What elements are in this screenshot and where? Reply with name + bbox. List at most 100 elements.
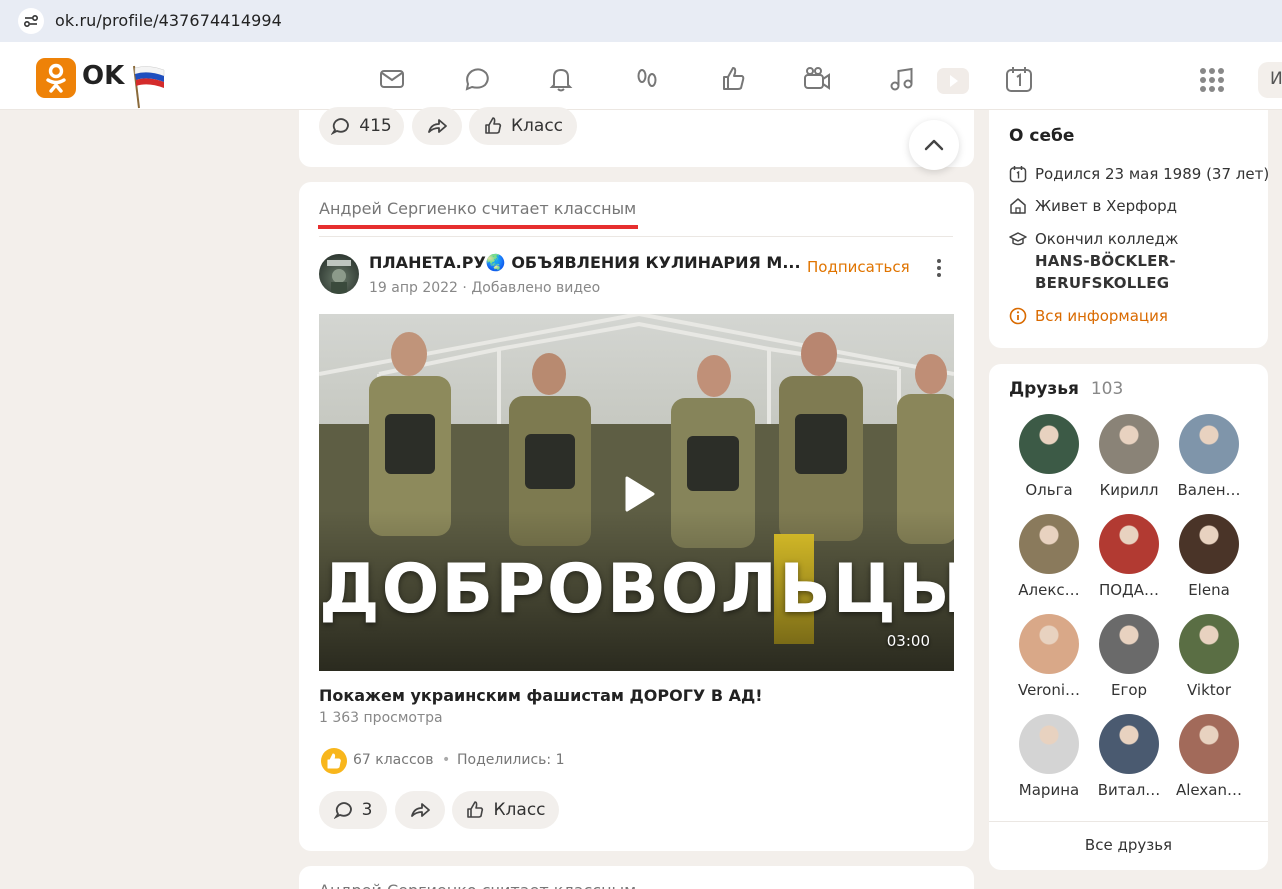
video-camera-icon[interactable] (802, 64, 832, 94)
friend-avatar[interactable] (1099, 614, 1159, 674)
friend-name[interactable]: Alexan… (1169, 781, 1249, 799)
like-label: Класс (493, 800, 546, 820)
group-avatar[interactable] (319, 254, 359, 294)
prev-comments-button[interactable]: 415 (319, 107, 404, 145)
birthday-text: Родился 23 мая 1989 (37 лет) (1035, 165, 1270, 183)
location-text: Живет в Херфорд (1035, 197, 1178, 215)
friend-item[interactable]: Витал… (1089, 714, 1169, 799)
friend-name[interactable]: Кирилл (1089, 481, 1169, 499)
friend-name[interactable]: Вален… (1169, 481, 1249, 499)
all-info-label: Вся информация (1035, 307, 1168, 325)
video-play-badge-icon[interactable] (937, 68, 969, 94)
post-meta: 19 апр 2022 · Добавлено видео (369, 280, 600, 296)
video-duration: 03:00 (886, 632, 930, 650)
prev-share-button[interactable] (412, 107, 462, 145)
prev-like-button[interactable]: Класс (469, 107, 577, 145)
friend-item[interactable]: ПОДА… (1089, 514, 1169, 599)
friends-title: Друзья (1009, 379, 1079, 399)
comments-button[interactable]: 3 (319, 791, 387, 829)
prev-like-label: Класс (510, 116, 564, 136)
friend-name[interactable]: Марина (1009, 781, 1089, 799)
all-friends-link[interactable]: Все друзья (989, 836, 1268, 854)
friend-avatar[interactable] (1179, 414, 1239, 474)
share-button[interactable] (395, 791, 445, 829)
play-icon[interactable] (621, 474, 657, 514)
likes-count-link[interactable]: 67 классов (353, 752, 433, 768)
ok-logo-icon[interactable] (36, 58, 76, 98)
friend-item[interactable]: Alexan… (1169, 714, 1249, 799)
friend-name[interactable]: Ольга (1009, 481, 1089, 499)
group-name-link[interactable]: ПЛАНЕТА.РУ🌏 ОБЪЯВЛЕНИЯ КУЛИНАРИЯ М... (369, 253, 801, 272)
friend-name[interactable]: Егор (1089, 681, 1169, 699)
friend-item[interactable]: Кирилл (1089, 414, 1169, 499)
friend-avatar[interactable] (1099, 414, 1159, 474)
friend-avatar[interactable] (1179, 714, 1239, 774)
friend-avatar[interactable] (1019, 614, 1079, 674)
site-settings-icon[interactable] (18, 8, 44, 34)
friend-avatar[interactable] (1019, 414, 1079, 474)
feed-caption[interactable]: Андрей Сергиенко считает классным (319, 199, 636, 218)
notifications-icon[interactable] (546, 64, 576, 94)
apps-grid-icon[interactable] (1198, 66, 1226, 94)
friend-item[interactable]: Егор (1089, 614, 1169, 699)
college-name-link[interactable]: HANS-BÖCKLER-BERUFSKOLLEG (1035, 250, 1185, 294)
next-feed-caption[interactable]: Андрей Сергиенко считает классным (319, 881, 636, 889)
discussions-icon[interactable] (462, 64, 492, 94)
friend-avatar[interactable] (1019, 514, 1079, 574)
browser-divider (0, 42, 1282, 50)
post-date[interactable]: 19 апр 2022 (369, 280, 458, 296)
friend-item[interactable]: Ольга (1009, 414, 1089, 499)
search-field-stub[interactable]: И (1258, 62, 1282, 98)
more-options-icon[interactable] (934, 258, 944, 278)
friend-avatar[interactable] (1099, 714, 1159, 774)
friend-avatar[interactable] (1019, 714, 1079, 774)
info-icon (1009, 307, 1027, 325)
url-text[interactable]: ok.ru/profile/437674414994 (55, 11, 282, 30)
friend-name[interactable]: ПОДА… (1089, 581, 1169, 599)
browser-address-bar[interactable]: ok.ru/profile/437674414994 (0, 0, 1282, 42)
about-title: О себе (1009, 126, 1075, 146)
messages-icon[interactable] (377, 64, 407, 94)
guests-footprints-icon[interactable] (632, 64, 662, 94)
share-arrow-icon (411, 803, 430, 817)
friend-name[interactable]: Elena (1169, 581, 1249, 599)
friend-name[interactable]: Алекс… (1009, 581, 1089, 599)
events-calendar-icon[interactable] (1004, 64, 1034, 94)
music-icon[interactable] (887, 64, 917, 94)
ratings-thumb-icon[interactable] (718, 64, 748, 94)
views-count: 1 363 просмотра (319, 710, 443, 726)
calendar-icon (1009, 166, 1027, 183)
about-birthday: Родился 23 мая 1989 (37 лет) (1009, 163, 1269, 185)
friend-item[interactable]: Elena (1169, 514, 1249, 599)
friend-name[interactable]: Veroni… (1009, 681, 1089, 699)
friend-item[interactable]: Марина (1009, 714, 1089, 799)
subscribe-button[interactable]: Подписаться (807, 258, 910, 276)
friend-avatar[interactable] (1099, 514, 1159, 574)
friend-item[interactable]: Veroni… (1009, 614, 1089, 699)
chevron-up-icon (924, 139, 944, 151)
about-education: Окончил колледж HANS-BÖCKLER-BERUFSKOLLE… (1009, 228, 1259, 294)
friend-avatar[interactable] (1179, 614, 1239, 674)
all-info-link[interactable]: Вся информация (1009, 305, 1168, 327)
friends-count: 103 (1090, 379, 1124, 399)
like-reaction-icon (321, 748, 347, 774)
post-action: Добавлено видео (471, 280, 601, 296)
prev-comments-count: 415 (359, 116, 392, 136)
share-arrow-icon (428, 119, 447, 133)
logo-text[interactable]: OK (82, 61, 124, 91)
friends-title-link[interactable]: Друзья 103 (1009, 379, 1123, 399)
friend-avatar[interactable] (1179, 514, 1239, 574)
friend-item[interactable]: Вален… (1169, 414, 1249, 499)
home-icon (1010, 198, 1026, 214)
russian-flag-icon (130, 62, 166, 114)
friend-item[interactable]: Алекс… (1009, 514, 1089, 599)
post-title-link[interactable]: Покажем украинским фашистам ДОРОГУ В АД! (319, 686, 763, 705)
scroll-to-top-button[interactable] (909, 120, 959, 170)
like-button[interactable]: Класс (452, 791, 559, 829)
shares-count-link[interactable]: Поделились: 1 (457, 752, 565, 768)
friend-name[interactable]: Витал… (1089, 781, 1169, 799)
graduation-cap-icon (1009, 232, 1027, 246)
friend-name[interactable]: Viktor (1169, 681, 1249, 699)
friend-item[interactable]: Viktor (1169, 614, 1249, 699)
video-player[interactable]: ДОБРОВОЛЬЦЫ 03:00 (319, 314, 954, 671)
